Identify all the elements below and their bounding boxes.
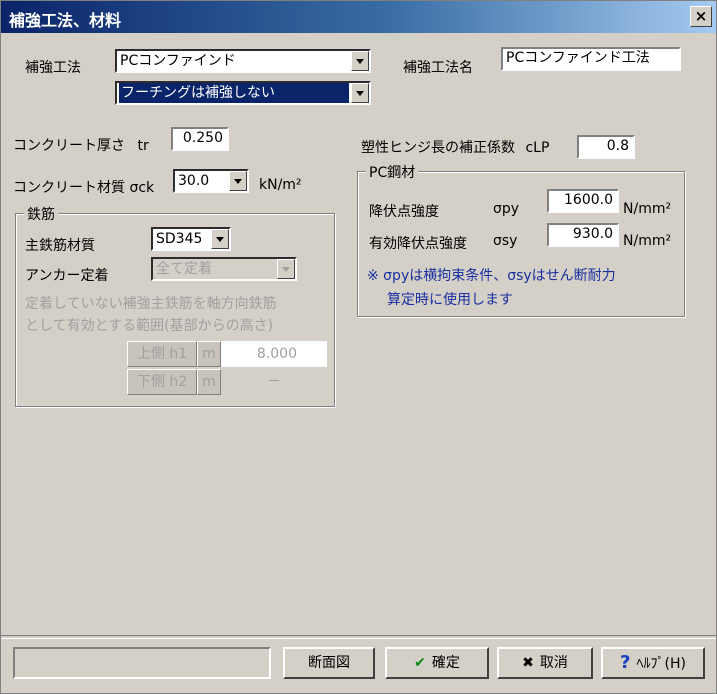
h1-name-cell: 上側 h1 xyxy=(127,341,197,367)
footer-separator xyxy=(1,635,716,639)
footing-combo[interactable]: フーチングは補強しない xyxy=(115,81,371,105)
concrete-thickness-input[interactable]: 0.250 xyxy=(171,127,229,151)
section-view-label: 断面図 xyxy=(308,655,350,671)
method-combo-value: PCコンファインド xyxy=(120,53,236,69)
concrete-material-value: 30.0 xyxy=(178,173,210,189)
close-button[interactable]: × xyxy=(690,6,712,27)
question-icon: ? xyxy=(620,652,631,673)
plastic-hinge-label: 塑性ヒンジ長の補正係数 cLP xyxy=(361,140,550,156)
method-name-label: 補強工法名 xyxy=(403,60,473,76)
anchor-value: 全て定着 xyxy=(156,261,212,277)
chevron-down-icon[interactable] xyxy=(351,83,369,103)
rebar-note-line2: として有効とする範囲(基部からの高さ) xyxy=(25,318,274,334)
h1-unit-cell: m xyxy=(197,341,221,367)
section-view-button[interactable]: 断面図 xyxy=(283,647,375,679)
anchor-combo[interactable]: 全て定着 xyxy=(151,257,297,281)
effective-yield-unit: N/mm² xyxy=(623,233,672,249)
h2-name-cell: 下側 h2 xyxy=(127,369,197,395)
main-rebar-combo[interactable]: SD345 xyxy=(151,227,231,251)
footing-combo-value: フーチングは補強しない xyxy=(119,83,349,103)
close-icon: × xyxy=(694,7,708,25)
window-title: 補強工法、材料 xyxy=(9,11,122,30)
chevron-down-icon[interactable] xyxy=(351,51,369,71)
effective-yield-input[interactable]: 930.0 xyxy=(547,223,619,247)
method-label: 補強工法 xyxy=(25,60,81,76)
help-button[interactable]: ? ﾍﾙﾌﾟ(H) xyxy=(601,647,705,679)
rebar-note-line1: 定着していない補強主鉄筋を軸方向鉄筋 xyxy=(25,296,277,312)
concrete-material-label: コンクリート材質 σck xyxy=(13,180,155,196)
main-rebar-label: 主鉄筋材質 xyxy=(25,238,95,254)
h1-value-cell[interactable]: 8.000 xyxy=(221,341,327,367)
check-icon: ✔ xyxy=(414,655,426,671)
x-icon: ✖ xyxy=(522,655,534,671)
concrete-material-combo[interactable]: 30.0 xyxy=(173,169,249,193)
plastic-hinge-input[interactable]: 0.8 xyxy=(577,135,635,159)
title-bar[interactable]: 補強工法、材料 × xyxy=(1,1,716,33)
cancel-button[interactable]: ✖ 取消 xyxy=(497,647,593,679)
h2-value-cell: － xyxy=(221,369,327,395)
main-rebar-value: SD345 xyxy=(156,231,203,247)
chevron-down-icon[interactable] xyxy=(229,171,247,191)
yield-strength-label: 降伏点強度 xyxy=(369,204,439,220)
effective-yield-label: 有効降伏点強度 xyxy=(369,236,467,252)
help-label: ﾍﾙﾌﾟ(H) xyxy=(636,656,686,672)
plastic-hinge-symbol: cLP xyxy=(525,140,550,156)
chevron-down-icon[interactable] xyxy=(277,259,295,279)
method-combo[interactable]: PCコンファインド xyxy=(115,49,371,73)
thickness-symbol: tr xyxy=(137,138,149,154)
h2-unit-cell: m xyxy=(197,369,221,395)
rebar-group-title: 鉄筋 xyxy=(24,204,58,224)
pc-steel-group-title: PC鋼材 xyxy=(366,162,419,182)
yield-strength-symbol: σpy xyxy=(493,201,520,217)
concrete-thickness-label: コンクリート厚さ tr xyxy=(13,138,149,154)
effective-yield-symbol: σsy xyxy=(493,233,518,249)
anchor-label: アンカー定着 xyxy=(25,268,109,284)
concrete-material-unit: kN/m² xyxy=(259,177,302,193)
yield-strength-input[interactable]: 1600.0 xyxy=(547,189,619,213)
yield-strength-unit: N/mm² xyxy=(623,201,672,217)
ok-label: 確定 xyxy=(431,655,460,671)
dialog-window: 補強工法、材料 × 補強工法 PCコンファインド フーチングは補強しない 補強工… xyxy=(0,0,717,694)
status-box xyxy=(13,647,271,679)
pc-steel-note-line1: ※ σpyは横拘束条件、σsyはせん断耐力 xyxy=(367,268,616,284)
cancel-label: 取消 xyxy=(539,655,568,671)
method-name-input[interactable]: PCコンファインド工法 xyxy=(501,47,681,71)
ok-button[interactable]: ✔ 確定 xyxy=(385,647,489,679)
pc-steel-note-line2: 算定時に使用します xyxy=(387,292,513,308)
chevron-down-icon[interactable] xyxy=(211,229,229,249)
